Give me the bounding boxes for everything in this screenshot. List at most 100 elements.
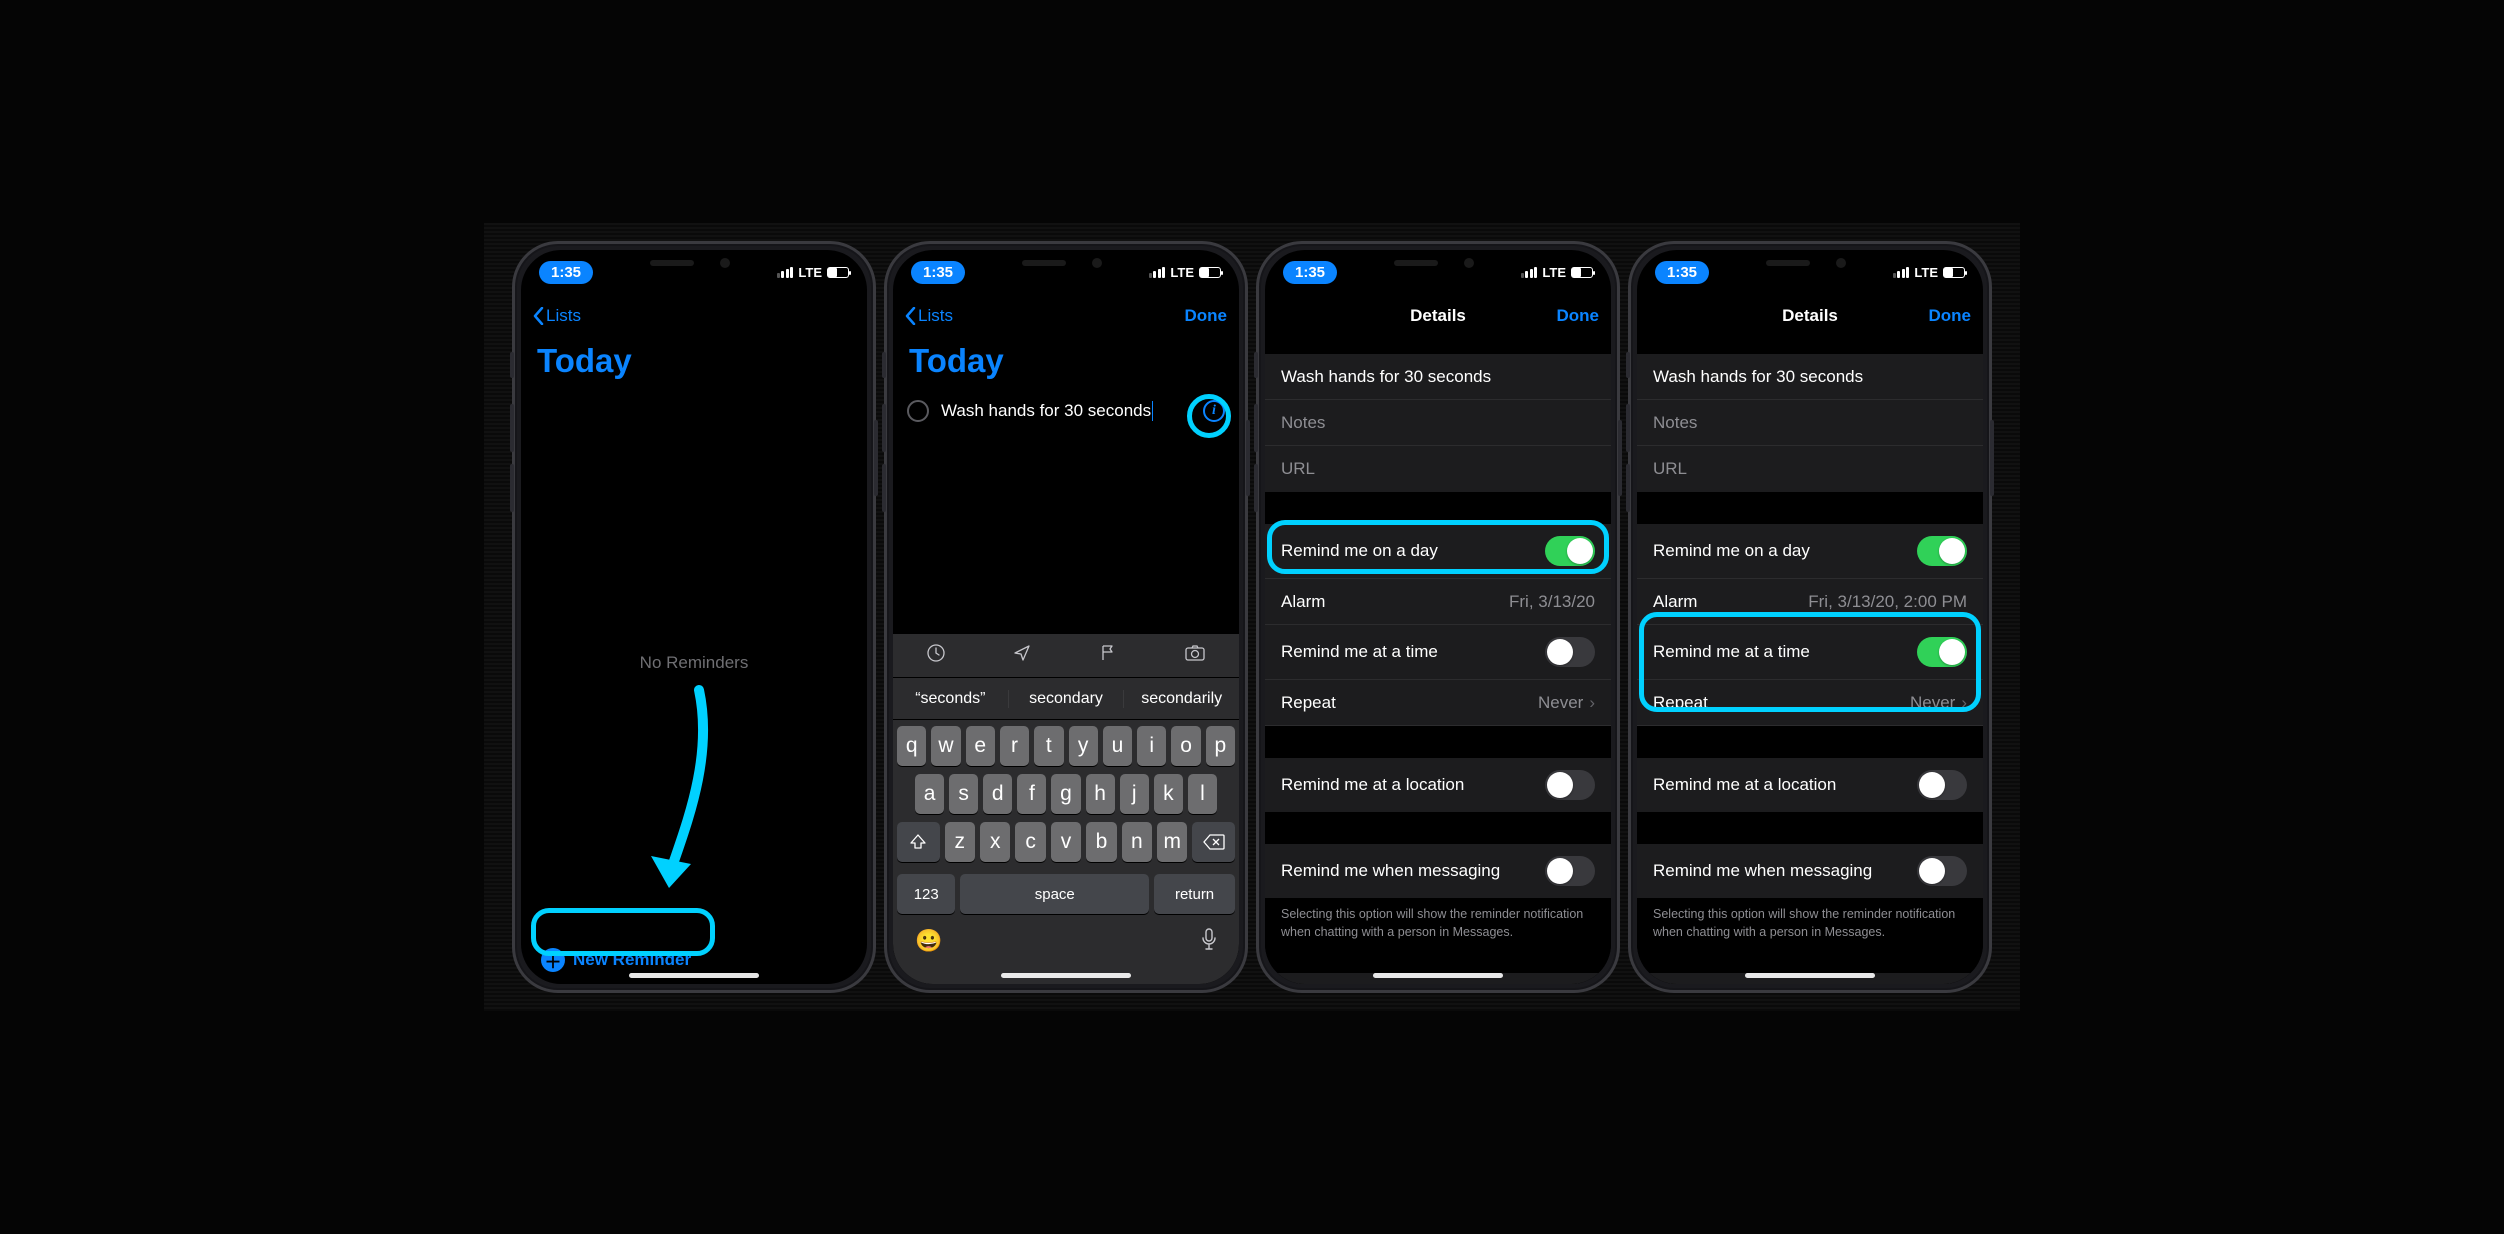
status-time[interactable]: 1:35 (1655, 261, 1709, 284)
remind-time-toggle[interactable] (1545, 637, 1595, 667)
key-i[interactable]: i (1137, 726, 1166, 766)
network-label: LTE (798, 265, 822, 280)
done-button[interactable]: Done (1167, 306, 1227, 326)
notes-field[interactable]: Notes (1265, 400, 1611, 446)
remind-location-toggle[interactable] (1917, 770, 1967, 800)
key-o[interactable]: o (1171, 726, 1200, 766)
key-h[interactable]: h (1086, 774, 1115, 814)
done-button[interactable]: Done (1539, 306, 1599, 326)
suggestion-2[interactable]: secondarily (1124, 690, 1239, 708)
key-x[interactable]: x (980, 822, 1010, 862)
remind-day-toggle[interactable] (1545, 536, 1595, 566)
remind-messaging-row: Remind me when messaging (1265, 844, 1611, 898)
remind-location-toggle[interactable] (1545, 770, 1595, 800)
repeat-row[interactable]: Repeat Never› (1265, 680, 1611, 726)
home-indicator[interactable] (1745, 973, 1875, 978)
key-e[interactable]: e (966, 726, 995, 766)
remind-time-row: Remind me at a time (1265, 625, 1611, 680)
notch (1354, 250, 1522, 276)
phone-frame-3: 1:35 LTE Details Done Wash hands for 30 … (1256, 241, 1620, 993)
dictation-key[interactable] (1201, 928, 1217, 956)
key-u[interactable]: u (1103, 726, 1132, 766)
home-indicator[interactable] (1001, 973, 1131, 978)
key-z[interactable]: z (945, 822, 975, 862)
key-c[interactable]: c (1015, 822, 1045, 862)
emoji-key[interactable]: 😀 (915, 928, 942, 956)
space-key[interactable]: space (960, 874, 1149, 914)
notes-field[interactable]: Notes (1637, 400, 1983, 446)
delete-key[interactable] (1192, 822, 1235, 862)
kb-accessory-camera-icon[interactable] (1184, 643, 1206, 668)
alarm-row[interactable]: Alarm Fri, 3/13/20 (1265, 579, 1611, 625)
back-button[interactable]: Lists (905, 306, 953, 326)
reminder-row[interactable]: Wash hands for 30 seconds i (893, 390, 1239, 432)
network-label: LTE (1914, 265, 1938, 280)
kb-accessory-time-icon[interactable] (926, 643, 946, 668)
key-a[interactable]: a (915, 774, 944, 814)
key-g[interactable]: g (1051, 774, 1080, 814)
suggestion-1[interactable]: secondary (1009, 690, 1125, 708)
status-time[interactable]: 1:35 (539, 261, 593, 284)
remind-messaging-toggle[interactable] (1917, 856, 1967, 886)
key-b[interactable]: b (1086, 822, 1116, 862)
key-t[interactable]: t (1034, 726, 1063, 766)
remind-location-row: Remind me at a location (1637, 758, 1983, 812)
title-field[interactable]: Wash hands for 30 seconds (1265, 354, 1611, 400)
remind-day-row: Remind me on a day (1637, 524, 1983, 579)
key-f[interactable]: f (1017, 774, 1046, 814)
numbers-key[interactable]: 123 (897, 874, 955, 914)
key-w[interactable]: w (931, 726, 960, 766)
tutorial-four-up: 1:35 LTE Lists Today No Reminders ＋ (484, 223, 2020, 1011)
chevron-right-icon: › (1589, 693, 1595, 713)
title-field[interactable]: Wash hands for 30 seconds (1637, 354, 1983, 400)
new-reminder-label: New Reminder (573, 950, 691, 970)
details-list[interactable]: Wash hands for 30 seconds Notes URL Remi… (1265, 338, 1611, 984)
key-l[interactable]: l (1188, 774, 1217, 814)
key-p[interactable]: p (1206, 726, 1235, 766)
remind-time-toggle[interactable] (1917, 637, 1967, 667)
alarm-row[interactable]: Alarm Fri, 3/13/20, 2:00 PM (1637, 579, 1983, 625)
back-label: Lists (546, 306, 581, 326)
key-q[interactable]: q (897, 726, 926, 766)
key-s[interactable]: s (949, 774, 978, 814)
key-y[interactable]: y (1069, 726, 1098, 766)
page-title: Today (893, 338, 1239, 390)
keyboard[interactable]: “seconds” secondary secondarily qwertyui… (893, 634, 1239, 984)
power-button (1990, 420, 1994, 496)
power-button (1618, 420, 1622, 496)
reminder-details-button[interactable]: i (1203, 400, 1225, 422)
url-field[interactable]: URL (1637, 446, 1983, 492)
home-indicator[interactable] (1373, 973, 1503, 978)
reminder-title-input[interactable]: Wash hands for 30 seconds (941, 401, 1191, 422)
suggestion-0[interactable]: “seconds” (893, 690, 1009, 708)
signal-icon (1521, 267, 1538, 278)
key-r[interactable]: r (1000, 726, 1029, 766)
status-time[interactable]: 1:35 (1283, 261, 1337, 284)
key-k[interactable]: k (1154, 774, 1183, 814)
key-n[interactable]: n (1122, 822, 1152, 862)
home-indicator[interactable] (629, 973, 759, 978)
key-d[interactable]: d (983, 774, 1012, 814)
remind-day-toggle[interactable] (1917, 536, 1967, 566)
chevron-left-icon (533, 307, 544, 325)
chevron-left-icon (905, 307, 916, 325)
details-list[interactable]: Wash hands for 30 seconds Notes URL Remi… (1637, 338, 1983, 984)
repeat-row[interactable]: Repeat Never› (1637, 680, 1983, 726)
key-m[interactable]: m (1157, 822, 1187, 862)
kb-accessory-flag-icon[interactable] (1098, 643, 1118, 668)
remind-time-row: Remind me at a time (1637, 625, 1983, 680)
volume-up-button (510, 404, 514, 452)
kb-accessory-location-icon[interactable] (1012, 643, 1032, 668)
remind-messaging-toggle[interactable] (1545, 856, 1595, 886)
key-v[interactable]: v (1051, 822, 1081, 862)
url-field[interactable]: URL (1265, 446, 1611, 492)
key-j[interactable]: j (1120, 774, 1149, 814)
status-time[interactable]: 1:35 (911, 261, 965, 284)
nav-title: Details (1337, 306, 1539, 326)
shift-key[interactable] (897, 822, 940, 862)
network-label: LTE (1542, 265, 1566, 280)
reminder-checkbox[interactable] (907, 400, 929, 422)
back-button[interactable]: Lists (533, 306, 581, 326)
return-key[interactable]: return (1154, 874, 1235, 914)
done-button[interactable]: Done (1911, 306, 1971, 326)
